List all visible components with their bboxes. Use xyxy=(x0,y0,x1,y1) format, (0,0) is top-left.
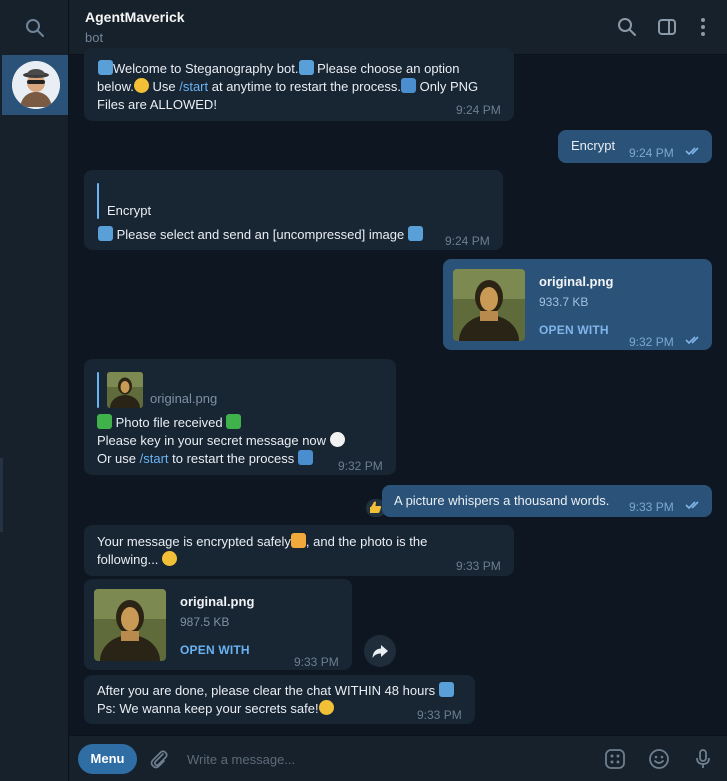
message-incoming[interactable]: Your message is encrypted safely, and th… xyxy=(84,525,514,576)
party-emoji-icon xyxy=(290,533,306,548)
message-text: Photo file received xyxy=(97,414,242,432)
robot-emoji-icon xyxy=(98,60,113,75)
message-incoming[interactable]: Encrypt Please select and send an [uncom… xyxy=(84,170,503,250)
avatar xyxy=(12,61,60,109)
file-thumbnail[interactable] xyxy=(94,589,166,661)
message-text: Encrypt xyxy=(571,138,616,153)
reply-quote-text[interactable]: original.png xyxy=(150,390,217,408)
message-text: Please key in your secret message now xyxy=(97,432,345,450)
menu-button[interactable]: Menu xyxy=(78,744,137,774)
message-text: Your message is encrypted safely, and th… xyxy=(97,533,428,549)
file-name[interactable]: original.png xyxy=(539,273,613,291)
reply-quote-bar xyxy=(97,183,99,219)
message-outgoing[interactable]: Encrypt 9:24 PM xyxy=(558,130,712,163)
search-icon[interactable] xyxy=(24,17,46,39)
attach-icon[interactable] xyxy=(147,747,171,771)
open-with-button[interactable]: OPEN WITH xyxy=(539,321,609,339)
sticker-icon[interactable] xyxy=(603,747,627,771)
robot-emoji-icon xyxy=(298,60,314,75)
robot-emoji-icon xyxy=(407,226,423,241)
message-text: following... xyxy=(97,551,178,569)
repeat-emoji-icon xyxy=(297,450,313,465)
message-time: 9:24 PM xyxy=(456,103,501,117)
chat-status: bot xyxy=(85,30,104,45)
chat-title[interactable]: AgentMaverick xyxy=(85,9,185,25)
check-emoji-icon xyxy=(226,414,242,429)
start-command-link[interactable]: /start xyxy=(179,79,208,94)
robot-emoji-icon xyxy=(438,682,454,697)
robot-emoji-icon xyxy=(98,226,113,241)
message-time: 9:33 PM xyxy=(417,708,462,722)
eyes-emoji-icon xyxy=(329,432,345,447)
check-emoji-icon xyxy=(97,414,112,429)
double-check-icon xyxy=(685,147,699,156)
chat-item-agentmaverick[interactable] xyxy=(2,55,68,115)
message-text: Ps: We wanna keep your secrets safe! xyxy=(97,700,334,718)
smile-emoji-icon xyxy=(133,78,149,93)
message-outgoing[interactable]: A picture whispers a thousand words. 9:3… xyxy=(382,485,712,517)
chat-list-rail xyxy=(0,0,69,781)
message-time: 9:24 PM xyxy=(629,146,674,160)
mic-icon[interactable] xyxy=(691,747,715,771)
reply-quote-bar xyxy=(97,372,99,408)
emoji-icon[interactable] xyxy=(647,747,671,771)
start-command-link[interactable]: /start xyxy=(140,451,169,466)
message-time: 9:33 PM xyxy=(456,559,501,573)
message-outgoing-file[interactable]: original.png 933.7 KB OPEN WITH 9:32 PM xyxy=(443,259,712,350)
forward-button[interactable] xyxy=(364,635,396,667)
double-check-icon xyxy=(685,336,699,345)
file-size: 933.7 KB xyxy=(539,295,589,309)
scrollbar[interactable] xyxy=(0,458,3,532)
search-icon[interactable] xyxy=(616,16,638,38)
forward-icon xyxy=(372,645,388,658)
message-text: After you are done, please clear the cha… xyxy=(97,682,454,700)
message-time: 9:32 PM xyxy=(338,459,383,473)
double-check-icon xyxy=(685,501,699,510)
file-thumbnail[interactable] xyxy=(453,269,525,341)
reply-quote-text[interactable]: Encrypt xyxy=(107,202,151,220)
message-text: Or use /start to restart the process xyxy=(97,450,313,468)
message-input[interactable] xyxy=(187,749,567,769)
message-text: Files are ALLOWED! xyxy=(97,97,217,112)
message-incoming-file[interactable]: original.png 987.5 KB OPEN WITH 9:33 PM xyxy=(84,579,352,670)
message-composer: Menu xyxy=(69,735,727,781)
file-name[interactable]: original.png xyxy=(180,593,254,611)
reply-thumbnail[interactable] xyxy=(107,372,143,408)
more-vert-icon[interactable] xyxy=(692,16,714,38)
message-time: 9:33 PM xyxy=(629,500,674,514)
message-time: 9:24 PM xyxy=(445,234,490,248)
message-text: A picture whispers a thousand words. xyxy=(394,493,610,508)
message-text: below. Use /start at anytime to restart … xyxy=(97,78,479,94)
chat-header: AgentMaverick bot xyxy=(69,0,727,55)
message-incoming[interactable]: original.png Photo file received Please … xyxy=(84,359,396,475)
message-incoming[interactable]: After you are done, please clear the cha… xyxy=(84,675,475,724)
message-time: 9:32 PM xyxy=(629,335,674,349)
shush-emoji-icon xyxy=(318,700,334,715)
file-size: 987.5 KB xyxy=(180,615,230,629)
message-incoming[interactable]: Welcome to Steganography bot. Please cho… xyxy=(84,48,514,121)
shush-emoji-icon xyxy=(162,551,178,566)
sidebar-toggle-icon[interactable] xyxy=(656,16,678,38)
open-with-button[interactable]: OPEN WITH xyxy=(180,641,250,659)
repeat-emoji-icon xyxy=(401,78,417,93)
message-time: 9:33 PM xyxy=(294,655,339,669)
message-text: Welcome to Steganography bot. Please cho… xyxy=(98,60,460,78)
message-text: Please select and send an [uncompressed]… xyxy=(98,226,423,244)
